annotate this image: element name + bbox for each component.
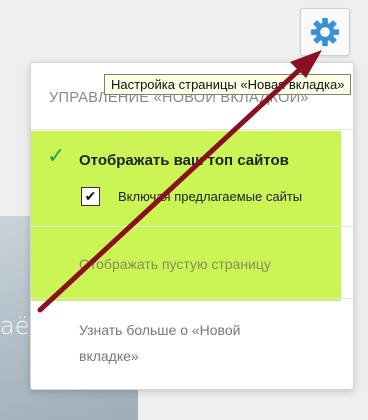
divider: [31, 226, 353, 227]
gear-icon: [310, 17, 340, 47]
settings-tooltip: Настройка страницы «Новая вкладка»: [104, 74, 352, 95]
divider: [31, 129, 353, 130]
divider: [31, 298, 353, 299]
include-suggested-label[interactable]: Включая предлагаемые сайты: [118, 189, 302, 204]
background-text-fragment: аё: [0, 312, 30, 340]
checkmark-icon: ✓: [47, 143, 66, 168]
option-show-blank-page[interactable]: Отображать пустую страницу: [79, 256, 271, 272]
new-tab-settings-popup: Управление «Новой вкладкой» ✓ Отображать…: [30, 62, 354, 390]
learn-more-link[interactable]: Узнать больше о «Новой вкладке»: [79, 317, 289, 369]
checkbox-check-icon: ✔: [84, 188, 97, 204]
option-show-top-sites[interactable]: Отображать ваш топ сайтов: [79, 152, 289, 169]
include-suggested-checkbox[interactable]: ✔: [81, 187, 100, 206]
new-tab-settings-button[interactable]: [300, 8, 350, 56]
